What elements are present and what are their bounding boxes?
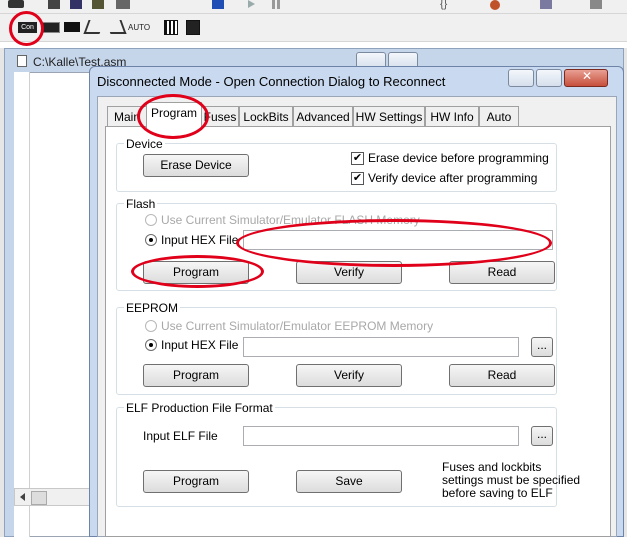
close-icon: ✕ [582, 69, 593, 83]
tab-lockbits[interactable]: LockBits [239, 106, 293, 127]
erase-device-button[interactable]: Erase Device [143, 154, 249, 177]
watch-icon[interactable] [540, 0, 552, 9]
breakpoint-icon[interactable] [490, 0, 500, 10]
elf-note: Fuses and lockbits settings must be spec… [442, 460, 581, 500]
tab-hw-settings[interactable]: HW Settings [353, 106, 425, 127]
eeprom-hex-file-input[interactable] [243, 337, 519, 357]
tab-hw-info[interactable]: HW Info [425, 106, 479, 127]
eeprom-browse-button[interactable]: ... [531, 337, 553, 357]
eeprom-read-button[interactable]: Read [449, 364, 555, 387]
elf-file-input[interactable] [243, 426, 519, 446]
eeprom-use-simulator-label: Use Current Simulator/Emulator EEPROM Me… [161, 319, 434, 333]
rebuild-icon[interactable] [70, 0, 82, 9]
tab-auto[interactable]: Auto [479, 106, 519, 127]
pause-icon[interactable] [272, 0, 280, 9]
eeprom-program-button[interactable]: Program [143, 364, 249, 387]
flash-hex-file-input[interactable] [243, 230, 553, 250]
memory-view-icon[interactable] [590, 0, 602, 9]
run-icon[interactable] [248, 0, 255, 8]
connect-icon[interactable]: Con [18, 22, 37, 33]
auto-label: AUTO [128, 23, 151, 32]
tab-main[interactable]: Main [107, 106, 147, 127]
device-legend: Device [124, 137, 165, 151]
checkmark-icon: ✔ [352, 172, 363, 184]
flash-use-simulator-radio[interactable] [145, 214, 157, 226]
erase-before-checkbox[interactable]: ✔ [351, 152, 364, 165]
step-into-icon[interactable] [83, 20, 105, 34]
braces-icon[interactable]: {} [440, 0, 447, 10]
scroll-left-icon[interactable] [20, 493, 25, 501]
elf-save-button[interactable]: Save [296, 470, 402, 493]
scroll-thumb[interactable] [31, 491, 47, 505]
memory-icon[interactable] [164, 20, 178, 35]
elf-input-label: Input ELF File [143, 429, 218, 443]
document-icon [17, 55, 27, 67]
elf-program-button[interactable]: Program [143, 470, 249, 493]
upload-icon[interactable] [186, 20, 200, 35]
verify-after-checkbox[interactable]: ✔ [351, 172, 364, 185]
checkmark-icon: ✔ [352, 152, 363, 164]
tab-program[interactable]: Program [146, 102, 202, 128]
chip-programmer-icon[interactable] [212, 0, 224, 9]
debug-icon[interactable] [116, 0, 130, 9]
eeprom-use-simulator-radio[interactable] [145, 320, 157, 332]
elf-legend: ELF Production File Format [124, 401, 275, 415]
step-out-icon[interactable] [105, 20, 127, 34]
chip-icon[interactable] [64, 22, 80, 32]
flash-legend: Flash [124, 197, 158, 211]
eeprom-legend: EEPROM [124, 301, 181, 315]
eeprom-input-hex-label: Input HEX File [161, 338, 239, 352]
tools-toolbar: Con AUTO [0, 14, 627, 42]
dialog-title: Disconnected Mode - Open Connection Dial… [97, 74, 446, 89]
binoculars-icon[interactable] [8, 0, 24, 8]
elf-browse-button[interactable]: ... [531, 426, 553, 446]
flash-use-simulator-label: Use Current Simulator/Emulator FLASH Mem… [161, 213, 420, 227]
dialog-close-button[interactable]: ✕ [564, 69, 608, 87]
flash-verify-button[interactable]: Verify [296, 261, 402, 284]
flash-program-button[interactable]: Program [143, 261, 249, 284]
verify-after-label: Verify device after programming [368, 171, 538, 185]
flash-read-button[interactable]: Read [449, 261, 555, 284]
dialog-minimize-button[interactable] [508, 69, 534, 87]
hvr-icon[interactable] [41, 22, 60, 33]
tab-fuses[interactable]: Fuses [201, 106, 239, 127]
build-icon[interactable] [48, 0, 60, 9]
tab-advanced[interactable]: Advanced [293, 106, 353, 127]
editor-margin [14, 72, 30, 537]
flash-input-hex-radio[interactable] [145, 234, 157, 246]
erase-before-label: Erase device before programming [368, 151, 549, 165]
connect-label: Con [21, 24, 34, 31]
flash-input-hex-label: Input HEX File [161, 233, 239, 247]
eeprom-verify-button[interactable]: Verify [296, 364, 402, 387]
dialog-maximize-button[interactable] [536, 69, 562, 87]
main-toolbar: {} [0, 0, 627, 14]
eeprom-input-hex-radio[interactable] [145, 339, 157, 351]
auto-icon[interactable]: AUTO [128, 23, 150, 32]
compile-icon[interactable] [92, 0, 104, 9]
